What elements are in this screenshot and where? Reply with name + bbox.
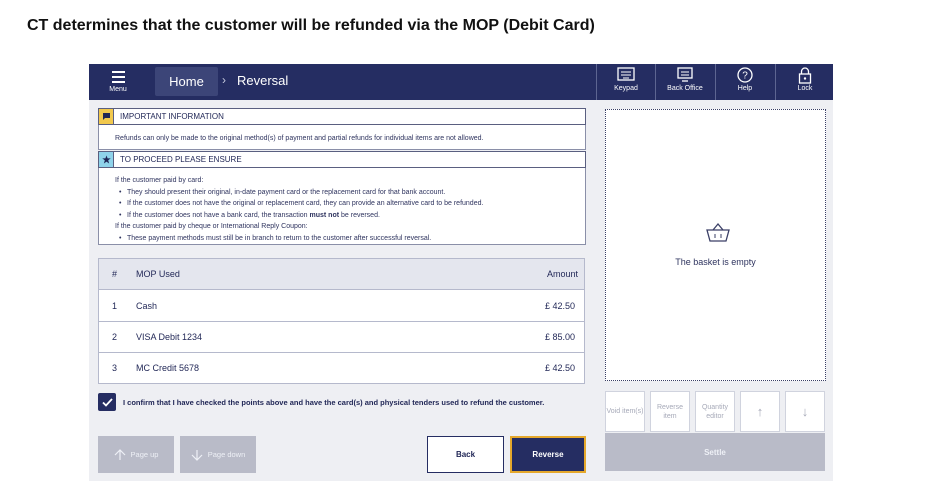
ensure-title: TO PROCEED PLEASE ENSURE [120, 155, 242, 164]
card-intro: If the customer paid by card: [115, 177, 204, 184]
ensure-text: If the customer paid by card: They shoul… [115, 175, 483, 244]
quantity-editor-button[interactable]: Quantity editor [695, 391, 735, 432]
keypad-icon [597, 67, 655, 83]
reverse-item-button[interactable]: Reverse item [650, 391, 690, 432]
top-bar: Menu Home › Reversal Keypad Back Office … [89, 64, 833, 100]
bullet3-bold: must not [309, 211, 340, 219]
basket-panel: The basket is empty [605, 109, 826, 381]
menu-button[interactable]: Menu [89, 64, 147, 100]
card-bullet-2: If the customer does not have the origin… [115, 198, 483, 210]
row-amount: £ 42.50 [544, 301, 575, 311]
star-icon [99, 152, 114, 167]
back-office-button[interactable]: Back Office [655, 64, 714, 100]
row-mop: Cash [136, 301, 158, 311]
card-bullet-3: If the customer does not have a bank car… [115, 210, 483, 222]
pos-app: Menu Home › Reversal Keypad Back Office … [89, 64, 833, 481]
keypad-label: Keypad [614, 85, 638, 92]
settle-button[interactable]: Settle [605, 433, 825, 471]
table-row[interactable]: 2 VISA Debit 1234 £ 85.00 [99, 322, 584, 353]
keypad-button[interactable]: Keypad [596, 64, 655, 100]
help-icon: ? [716, 67, 774, 83]
basket-icon [706, 221, 730, 248]
message-icon [99, 109, 114, 124]
row-mop: MC Credit 5678 [136, 363, 200, 373]
row-num: 3 [112, 363, 118, 373]
cheque-bullet: These payment methods must still be in b… [115, 233, 483, 245]
back-office-label: Back Office [667, 85, 703, 92]
help-label: Help [737, 85, 753, 92]
scroll-down-button[interactable]: ↓ [785, 391, 825, 432]
page-down-button[interactable]: Page down [180, 436, 256, 473]
back-button[interactable]: Back [427, 436, 504, 473]
row-amount: £ 42.50 [544, 363, 575, 373]
cheque-intro: If the customer paid by cheque or Intern… [115, 223, 308, 230]
row-amount: £ 85.00 [544, 332, 575, 342]
breadcrumb-current: Reversal [237, 73, 289, 88]
header-mop: MOP Used [136, 269, 180, 279]
important-info-text: Refunds can only be made to the original… [115, 135, 484, 142]
page-up-button[interactable]: Page up [98, 436, 174, 473]
help-button[interactable]: ? Help [715, 64, 774, 100]
scroll-up-button[interactable]: ↑ [740, 391, 780, 432]
svg-text:?: ? [742, 71, 748, 82]
basket-empty-text: The basket is empty [675, 257, 756, 267]
page-up-label: Page up [130, 450, 159, 459]
header-amount: Amount [546, 269, 578, 279]
bullet3-pre: If the customer does not have a bank car… [127, 211, 310, 219]
hamburger-icon [112, 71, 125, 86]
row-num: 1 [112, 301, 118, 311]
void-items-button[interactable]: Void item(s) [605, 391, 645, 432]
back-office-icon [656, 67, 714, 83]
menu-label: Menu [109, 86, 127, 93]
bullet3-post: be reversed. [339, 211, 380, 219]
breadcrumb-home[interactable]: Home [155, 67, 218, 96]
header-num: # [112, 269, 118, 279]
page-down-label: Page down [207, 450, 246, 459]
table-row[interactable]: 3 MC Credit 5678 £ 42.50 [99, 353, 584, 384]
checkmark-icon [101, 397, 113, 407]
ensure-header: TO PROCEED PLEASE ENSURE [98, 151, 586, 168]
lock-icon [776, 67, 834, 84]
card-bullet-1: They should present their original, in-d… [115, 187, 483, 199]
lock-label: Lock [797, 85, 813, 92]
lock-button[interactable]: Lock [775, 64, 834, 100]
confirm-text: I confirm that I have checked the points… [123, 398, 545, 407]
row-mop: VISA Debit 1234 [136, 332, 203, 342]
page-caption: CT determines that the customer will be … [27, 17, 595, 34]
mop-table: # MOP Used Amount 1 Cash £ 42.50 2 VISA … [98, 258, 585, 384]
confirm-checkbox[interactable] [98, 393, 116, 411]
reverse-button[interactable]: Reverse [510, 436, 586, 473]
arrow-up-icon [114, 448, 125, 460]
important-info-header: IMPORTANT INFORMATION [98, 108, 586, 125]
row-num: 2 [112, 332, 118, 342]
arrow-down-icon [191, 449, 203, 461]
table-row[interactable]: 1 Cash £ 42.50 [99, 291, 584, 322]
chevron-right-icon: › [222, 73, 226, 87]
table-header: # MOP Used Amount [99, 259, 584, 290]
important-info-title: IMPORTANT INFORMATION [120, 112, 224, 121]
